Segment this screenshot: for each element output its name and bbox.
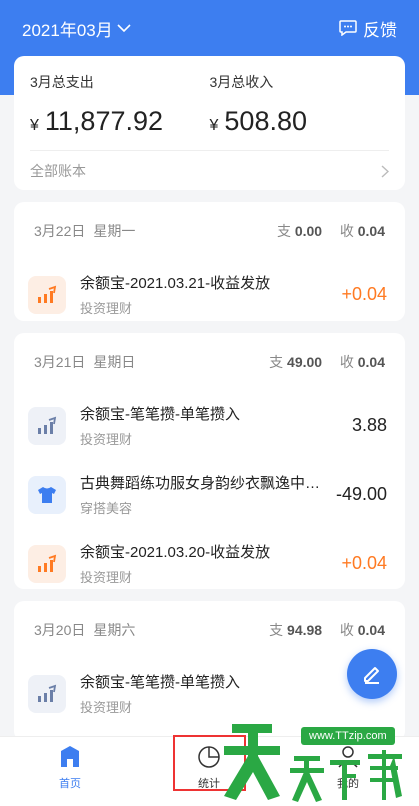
day-expense: 49.00 — [287, 354, 323, 370]
transaction-title: 余额宝-2021.03.20-收益发放 — [80, 544, 271, 561]
day-date: 3月21日 — [34, 354, 86, 370]
day-date: 3月20日 — [34, 622, 86, 638]
transaction-category: 投资理财 — [80, 570, 133, 585]
all-accounts-link[interactable]: 全部账本 — [30, 160, 389, 182]
all-accounts-label: 全部账本 — [30, 163, 86, 179]
day-weekday: 星期一 — [93, 223, 136, 239]
expense-prefix: 支 — [276, 223, 291, 239]
income-prefix: 收 — [339, 354, 354, 370]
day-group: 3月22日 星期一 支 0.00 收 0.04 余额宝-2021.03.21-收益… — [14, 202, 405, 321]
tshirt-icon — [28, 475, 66, 514]
transaction-amount: -49.00 — [335, 484, 387, 504]
expense-prefix: 支 — [269, 354, 284, 370]
feedback-button[interactable]: 反馈 — [339, 16, 397, 41]
chart-up-icon — [28, 275, 66, 314]
transaction-amount: +0.04 — [341, 284, 387, 304]
month-selector[interactable]: 2021年03月 — [22, 16, 131, 41]
income-currency: ¥ — [209, 117, 219, 134]
day-group: 3月21日 星期日 支 49.00 收 0.04 余额宝-笔笔攒-单笔攒入 投资理… — [14, 333, 405, 589]
bar-chart-icon — [28, 406, 66, 445]
day-weekday: 星期日 — [93, 354, 136, 370]
income-amount: 508.80 — [224, 106, 307, 136]
expense-prefix: 支 — [269, 622, 284, 638]
income-prefix: 收 — [339, 223, 354, 239]
expense-currency: ¥ — [30, 117, 39, 134]
day-weekday: 星期六 — [93, 622, 136, 638]
transaction-row[interactable]: 余额宝-2021.03.20-收益发放 投资理财 +0.04 — [14, 529, 405, 598]
transaction-title: 余额宝-笔笔攒-单笔攒入 — [80, 674, 240, 691]
tab-home[interactable]: 首页 — [30, 745, 110, 791]
divider — [30, 150, 389, 151]
day-income: 0.04 — [357, 622, 385, 638]
expense-label: 3月总支出 — [30, 74, 94, 90]
expense-amount: 11,877.92 — [44, 106, 164, 136]
transaction-category: 穿搭美容 — [80, 501, 133, 516]
day-date: 3月22日 — [34, 223, 86, 239]
transaction-title: 古典舞蹈练功服女身韵纱衣飘逸中… — [80, 475, 321, 492]
day-income: 0.04 — [357, 354, 385, 370]
chat-bubble-icon — [339, 20, 357, 36]
day-expense: 94.98 — [287, 622, 323, 638]
add-record-button[interactable] — [347, 649, 397, 699]
day-header: 3月21日 星期日 支 49.00 收 0.04 — [14, 333, 405, 391]
transaction-amount: 3.88 — [351, 415, 387, 435]
transaction-category: 投资理财 — [80, 700, 133, 715]
feedback-label: 反馈 — [363, 20, 397, 40]
day-header: 3月22日 星期一 支 0.00 收 0.04 — [14, 202, 405, 260]
expense-summary: 3月总支出 ¥ 11,877.92 — [30, 70, 210, 137]
pencil-icon — [364, 667, 379, 684]
chart-up-icon — [28, 544, 66, 583]
income-summary: 3月总收入 ¥ 508.80 — [210, 70, 390, 137]
transaction-title: 余额宝-笔笔攒-单笔攒入 — [80, 406, 240, 423]
transaction-category: 投资理财 — [80, 301, 133, 316]
top-bar: 2021年03月 反馈 — [0, 0, 419, 56]
transaction-category: 投资理财 — [80, 432, 133, 447]
transaction-row[interactable]: 余额宝-2021.03.21-收益发放 投资理财 +0.04 — [14, 260, 405, 329]
day-header: 3月20日 星期六 支 94.98 收 0.04 — [14, 601, 405, 659]
home-icon — [61, 746, 79, 767]
transaction-title: 余额宝-2021.03.21-收益发放 — [80, 275, 271, 292]
chevron-down-icon — [117, 24, 131, 33]
month-label: 2021年03月 — [22, 20, 113, 40]
watermark-url: www.TTzip.com — [301, 727, 395, 745]
day-expense: 0.00 — [294, 223, 323, 239]
income-label: 3月总收入 — [209, 74, 274, 90]
bar-chart-icon — [28, 674, 66, 713]
day-income: 0.04 — [357, 223, 385, 239]
monthly-summary-card: 3月总支出 ¥ 11,877.92 3月总收入 ¥ 508.80 全部账本 — [14, 56, 405, 190]
transaction-row[interactable]: 古典舞蹈练功服女身韵纱衣飘逸中… 穿搭美容 -49.00 — [14, 460, 405, 529]
tab-home-label: 首页 — [59, 778, 81, 790]
transaction-row[interactable]: 余额宝-笔笔攒-单笔攒入 投资理财 3.88 — [14, 391, 405, 460]
chevron-right-icon — [381, 164, 389, 178]
transaction-amount: +0.04 — [341, 553, 387, 573]
income-prefix: 收 — [339, 622, 354, 638]
